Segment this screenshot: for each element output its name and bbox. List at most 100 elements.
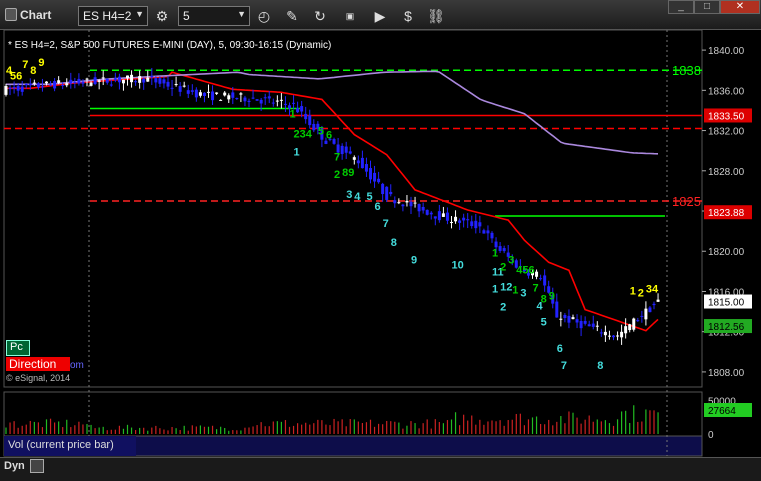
candle-body	[636, 320, 640, 322]
count-label: 6	[375, 201, 381, 213]
candle-body	[194, 89, 198, 98]
candle-body	[632, 318, 636, 330]
candle-body	[377, 178, 381, 183]
candle-body	[126, 75, 129, 79]
count-label: 2	[334, 169, 340, 181]
candle-body	[81, 81, 85, 84]
candle-body	[364, 164, 368, 172]
count-label: 1	[492, 283, 498, 295]
count-label: 1	[630, 285, 636, 297]
candle-body	[445, 212, 449, 221]
symbol-combo[interactable]: ES H4=2 ▼	[78, 6, 148, 26]
count-label: 9	[411, 254, 417, 266]
candle-body	[223, 92, 227, 96]
close-button[interactable]: ✕	[720, 0, 760, 14]
candle-body	[644, 308, 648, 320]
pencil-icon[interactable]: ✎	[282, 6, 302, 26]
dyn-toggle-icon[interactable]	[30, 459, 44, 473]
candle-body	[24, 84, 28, 86]
candle-body	[215, 92, 219, 94]
candle-body	[425, 209, 429, 215]
candle-body	[640, 315, 644, 317]
count-label: 2	[500, 302, 506, 314]
count-label: 7	[533, 282, 539, 294]
candle-body	[45, 81, 48, 84]
candle-body	[40, 86, 44, 88]
play-icon[interactable]: ▶	[370, 6, 390, 26]
candle-body	[300, 106, 304, 112]
candle-body	[450, 222, 453, 224]
chevron-down-icon[interactable]: ▼	[237, 9, 246, 19]
clock-icon[interactable]: ◴	[254, 6, 274, 26]
candle-body	[227, 95, 231, 100]
count-label: 56	[10, 70, 22, 82]
candle-body	[279, 99, 283, 101]
candle-body	[105, 78, 109, 83]
candle-body	[405, 200, 409, 203]
interval-combo[interactable]: 5 ▼	[178, 6, 250, 26]
dyn-label[interactable]: Dyn	[4, 460, 25, 472]
candle-body	[563, 314, 567, 318]
count-label: 1	[294, 147, 300, 159]
candle-body	[247, 100, 251, 102]
price-tag: 1812.56	[708, 322, 745, 333]
candle-body	[117, 76, 121, 83]
candle-body	[211, 91, 215, 101]
candle-body	[478, 222, 482, 227]
count-label: 8	[30, 65, 36, 77]
candle-body	[417, 204, 421, 212]
candle-body	[174, 84, 178, 86]
candle-body	[559, 318, 563, 320]
count-label: 5	[366, 191, 372, 203]
candle-body	[474, 220, 478, 229]
candle-body	[401, 204, 405, 207]
interval-value: 5	[183, 9, 190, 23]
settings-gear-icon[interactable]: ⚙	[152, 6, 172, 26]
refresh-icon[interactable]: ↻	[310, 6, 330, 26]
candle-body	[263, 97, 267, 99]
candle-body	[304, 113, 308, 120]
chart-canvas[interactable]: 1840.001836.001832.001828.001824.001820.…	[0, 0, 761, 481]
candle-body	[591, 323, 595, 327]
candle-body	[259, 99, 263, 104]
count-label: 4	[354, 191, 361, 203]
candle-body	[162, 79, 166, 84]
price-level-label: 1825	[672, 194, 701, 209]
candle-body	[441, 213, 445, 217]
candle-body	[543, 275, 547, 286]
candle-body	[575, 319, 579, 323]
candle-body	[170, 87, 174, 89]
candle-body	[12, 87, 16, 89]
candle-body	[130, 74, 134, 83]
candle-body	[486, 230, 490, 234]
count-label: 9	[549, 291, 555, 303]
candle-body	[648, 307, 652, 313]
candle-body	[421, 206, 425, 211]
chevron-down-icon[interactable]: ▼	[135, 9, 144, 19]
link-icon[interactable]: ⛓	[426, 6, 446, 26]
candle-body	[385, 186, 389, 200]
candle-body	[603, 331, 607, 336]
candle-body	[620, 331, 624, 338]
dollar-icon[interactable]: $	[398, 6, 418, 26]
candle-body	[482, 230, 486, 234]
candle-body	[535, 271, 539, 277]
candle-body	[77, 78, 81, 84]
count-label: 8	[391, 237, 397, 249]
candle-body	[373, 172, 377, 182]
hot-icon[interactable]: ▣	[340, 6, 360, 26]
count-label: 7	[383, 218, 389, 230]
maximize-button[interactable]: □	[694, 0, 720, 14]
minimize-button[interactable]: _	[668, 0, 694, 14]
candle-body	[65, 83, 69, 86]
candle-body	[97, 80, 101, 82]
candle-body	[352, 157, 356, 160]
candle-body	[134, 81, 138, 83]
candle-body	[498, 246, 502, 251]
candle-body	[271, 102, 275, 104]
count-label: 7	[22, 59, 28, 71]
direction-suffix: om	[70, 360, 84, 371]
candle-body	[397, 202, 401, 204]
candle-body	[433, 216, 437, 219]
price-panel	[3, 29, 703, 388]
